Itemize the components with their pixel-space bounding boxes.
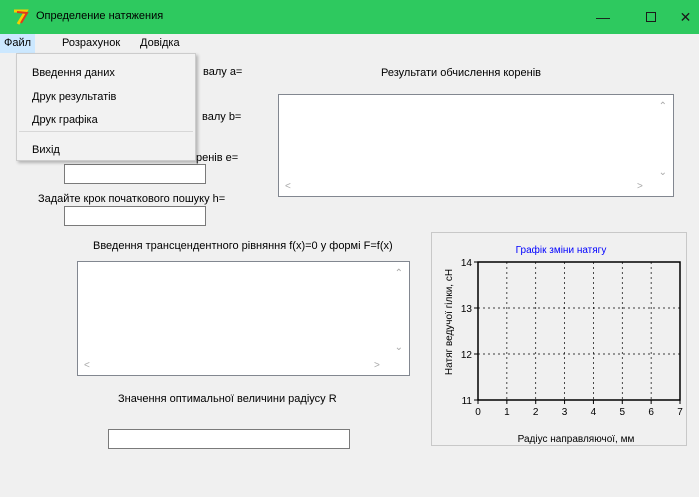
maximize-button[interactable] [632,0,670,34]
menu-file[interactable]: Файл [0,34,36,53]
chart-xlabel: Радіус направляючої, мм [518,434,635,445]
chart-tick-label-x: 4 [591,407,597,418]
chart-title: Графік зміни натягу [516,244,607,256]
chart-tick-label-x: 2 [533,407,539,418]
chart-tick-label-x: 5 [620,407,626,418]
maximize-icon [646,12,656,22]
minimize-icon: — [596,9,610,25]
menu-item-print-results[interactable]: Друк результатів [32,91,116,103]
tension-chart: Графік зміни натягу Натяг ведучої гілки,… [444,244,683,445]
scroll-right-icon[interactable]: > [374,360,380,371]
a-label: валу a= [203,66,243,78]
close-icon: ✕ [679,8,692,25]
results-memo[interactable]: ⌃ ⌄ < > [278,94,674,197]
equation-label: Введення трансцендентного рівняння f(x)=… [93,240,393,252]
scroll-up-icon[interactable]: ⌃ [395,268,403,279]
chart-tick-label-x: 0 [475,407,481,418]
h-input[interactable] [64,206,206,226]
chart-tick-label-x: 6 [648,407,654,418]
menu-item-exit[interactable]: Вихід [32,144,60,156]
window-title: Определение натяжения [36,10,164,22]
chart-tick-label-y: 11 [462,396,473,407]
scroll-left-icon[interactable]: < [285,181,291,192]
menu-help[interactable]: Довідка [136,34,184,53]
r-output[interactable] [108,429,350,449]
app-icon [14,9,29,25]
menu-calc[interactable]: Розрахунок [58,34,124,53]
chart-plot-area [477,261,681,401]
chart-panel: Графік зміни натягу Натяг ведучої гілки,… [431,232,687,446]
chart-tick-label-x: 1 [504,407,510,418]
b-label: валу b= [202,111,242,123]
optimal-label: Значення оптимальної величини радіусу R [118,393,337,405]
chart-tick-label-y: 13 [461,304,473,315]
results-title: Результати обчислення коренів [381,67,542,79]
scroll-left-icon[interactable]: < [84,360,90,371]
h-label: Задайте крок початкового пошуку h= [38,193,226,205]
e-label: ренів e= [196,152,239,164]
scroll-down-icon[interactable]: ⌄ [659,167,667,178]
menu-separator [19,131,193,132]
menu-item-print-chart[interactable]: Друк графіка [32,114,98,126]
close-button[interactable]: ✕ [672,0,699,34]
chart-tick-label-y: 12 [461,350,473,361]
chart-ylabel: Натяг ведучої гілки, сН [444,269,455,375]
menu-item-data-entry[interactable]: Введення даних [32,67,115,79]
chart-tick-label-x: 7 [677,407,683,418]
file-dropdown-menu: Введення даних Друк результатів Друк гра… [16,53,196,161]
chart-tick-label-x: 3 [562,407,568,418]
scroll-up-icon[interactable]: ⌃ [659,101,667,112]
equation-memo[interactable]: ⌃ ⌄ < > [77,261,410,376]
title-bar: Определение натяжения — ✕ [0,0,699,34]
scroll-right-icon[interactable]: > [637,181,643,192]
scroll-down-icon[interactable]: ⌄ [395,342,403,353]
chart-tick-label-y: 14 [461,258,473,269]
menu-bar: Файл Розрахунок Довідка [0,34,699,53]
minimize-button[interactable]: — [584,0,622,34]
e-input[interactable] [64,164,206,184]
